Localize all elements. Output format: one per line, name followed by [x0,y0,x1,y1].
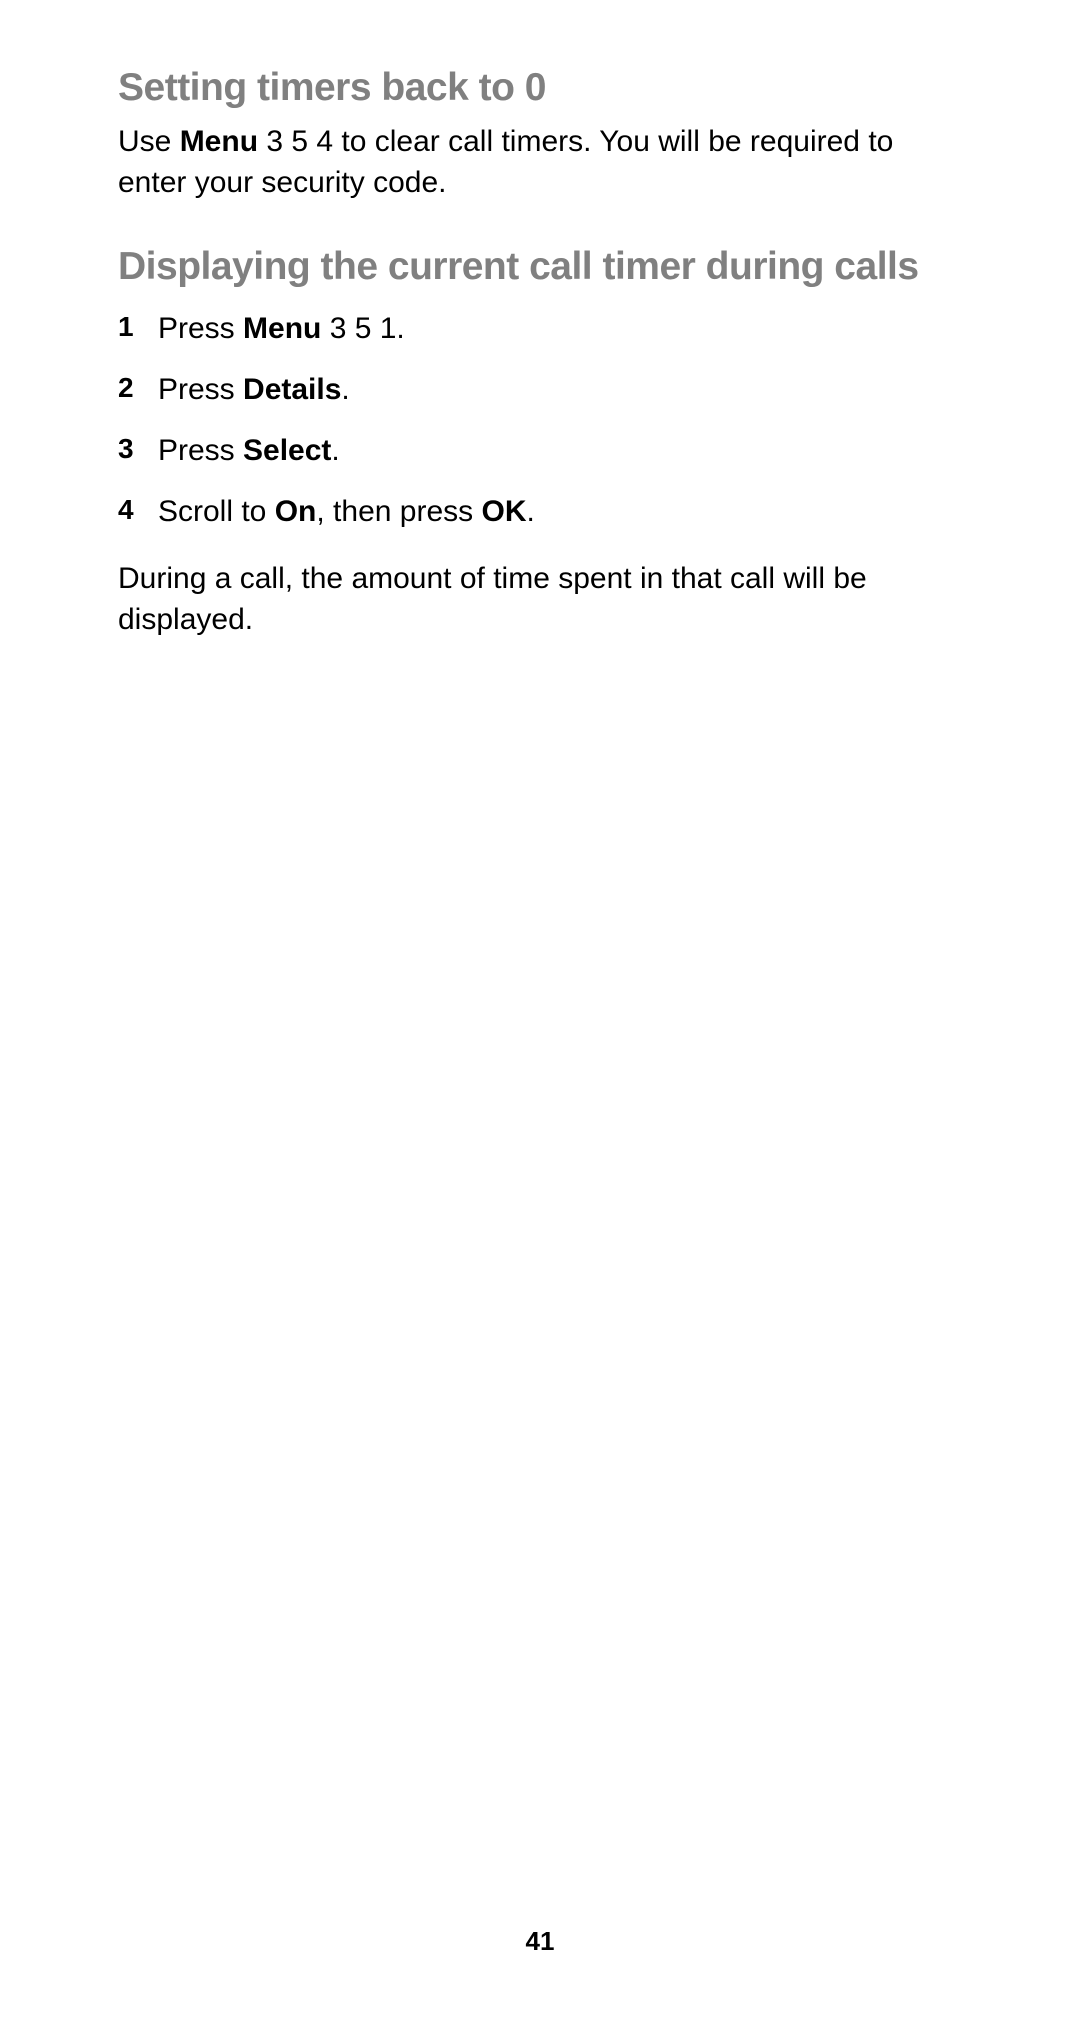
list-item: 3 Press Select. [118,431,970,470]
text: , then press [316,495,481,528]
steps-list: 1 Press Menu 3 5 1. 2 Press Details. 3 P… [118,309,970,531]
list-item: 2 Press Details. [118,370,970,409]
page-number: 41 [0,1926,1080,1957]
section1-paragraph: Use Menu 3 5 4 to clear call timers. You… [118,122,970,203]
step-text: Press Menu 3 5 1. [158,309,970,348]
on-bold: On [275,495,317,528]
ok-bold: OK [481,495,526,528]
text: . [526,495,534,528]
list-item: 4 Scroll to On, then press OK. [118,492,970,531]
details-bold: Details [243,373,341,406]
step-number: 1 [118,309,158,348]
page-content: Setting timers back to 0 Use Menu 3 5 4 … [0,0,1080,640]
select-bold: Select [243,434,331,467]
step-text: Scroll to On, then press OK. [158,492,970,531]
section-heading-displaying-timer: Displaying the current call timer during… [118,245,970,289]
text: . [331,434,339,467]
text: Press [158,434,243,467]
menu-bold: Menu [180,125,258,158]
list-item: 1 Press Menu 3 5 1. [118,309,970,348]
step-number: 2 [118,370,158,409]
text: Scroll to [158,495,275,528]
section-heading-setting-timers: Setting timers back to 0 [118,66,970,110]
step-text: Press Details. [158,370,970,409]
para-text: Use [118,125,180,158]
closing-paragraph: During a call, the amount of time spent … [118,559,970,640]
text: 3 5 1. [321,312,404,345]
step-number: 4 [118,492,158,531]
step-number: 3 [118,431,158,470]
text: . [341,373,349,406]
text: Press [158,373,243,406]
text: Press [158,312,243,345]
step-text: Press Select. [158,431,970,470]
menu-bold: Menu [243,312,321,345]
